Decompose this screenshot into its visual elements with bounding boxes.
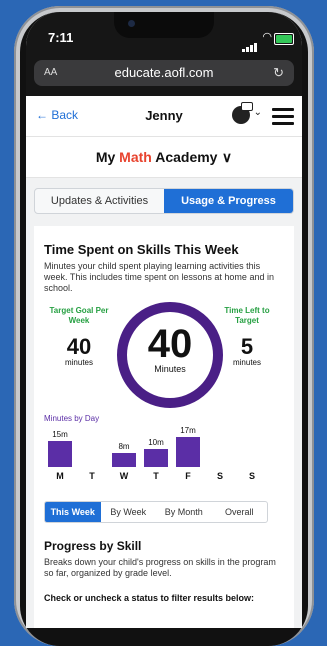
weekly-goal-summary: Target Goal Per Week 40 minutes 40 Minut… bbox=[44, 302, 284, 414]
day-bar bbox=[112, 453, 136, 467]
tab-usage-progress[interactable]: Usage & Progress bbox=[164, 189, 293, 213]
product-switcher[interactable]: My Math Academy ∨ bbox=[26, 137, 302, 178]
time-left-unit: minutes bbox=[232, 358, 261, 367]
time-left: Time Left to Target 5 minutes bbox=[212, 306, 282, 367]
camera-icon bbox=[128, 20, 135, 27]
target-goal-unit: minutes bbox=[64, 358, 93, 367]
day-label: T bbox=[153, 471, 159, 481]
day-bar bbox=[176, 437, 200, 467]
range-selector: This Week By Week By Month Overall bbox=[44, 501, 268, 523]
day-bar-value: 8m bbox=[118, 442, 130, 451]
target-goal: Target Goal Per Week 40 minutes bbox=[44, 306, 114, 367]
minutes-by-day-chart: 15m M T 8m W 10m T 17m F S S bbox=[44, 425, 264, 481]
progress-by-skill-description: Breaks down your child's progress on ski… bbox=[44, 557, 276, 578]
notch bbox=[114, 12, 214, 38]
reload-icon[interactable]: ↻ bbox=[273, 60, 284, 86]
phone-screen: 7:11 ◠ AA educate.aofl.com ↻ ← Back Jenn… bbox=[26, 12, 302, 628]
time-left-value: 5 bbox=[240, 334, 254, 359]
day-bar bbox=[48, 441, 72, 467]
target-goal-value: 40 bbox=[66, 334, 92, 359]
product-chevron-icon[interactable]: ∨ bbox=[222, 149, 232, 165]
day-bar-value: 10m bbox=[148, 438, 164, 447]
day-label: F bbox=[185, 471, 191, 481]
range-overall[interactable]: Overall bbox=[212, 502, 268, 522]
tab-updates-activities[interactable]: Updates & Activities bbox=[35, 189, 164, 213]
range-this-week[interactable]: This Week bbox=[45, 502, 101, 522]
time-spent-description: Minutes your child spent playing learnin… bbox=[44, 261, 274, 293]
range-by-week[interactable]: By Week bbox=[101, 502, 157, 522]
usage-card: Time Spent on Skills This Week Minutes y… bbox=[34, 226, 294, 628]
content-area: Updates & Activities Usage & Progress Ti… bbox=[26, 178, 302, 628]
minutes-spent-value: 40 bbox=[147, 322, 193, 366]
day-bar-value: 17m bbox=[180, 426, 196, 435]
minutes-by-day-title: Minutes by Day bbox=[44, 414, 100, 423]
status-time: 7:11 bbox=[48, 30, 74, 45]
language-globe-icon[interactable] bbox=[232, 102, 253, 124]
time-spent-title: Time Spent on Skills This Week bbox=[44, 242, 239, 257]
product-name: My Math Academy bbox=[95, 149, 218, 165]
address-bar[interactable]: AA educate.aofl.com ↻ bbox=[34, 60, 294, 86]
target-goal-label: Target Goal Per Week bbox=[49, 306, 109, 325]
time-left-label: Time Left to Target bbox=[224, 306, 270, 325]
day-bar-value: 15m bbox=[52, 430, 68, 439]
app-header: ← Back Jenny ⌄ bbox=[26, 96, 302, 137]
battery-icon bbox=[274, 33, 294, 45]
progress-ring: 40 Minutes bbox=[117, 302, 223, 408]
hamburger-menu-icon[interactable] bbox=[272, 108, 294, 129]
filter-hint: Check or uncheck a status to filter resu… bbox=[44, 593, 255, 603]
range-by-month[interactable]: By Month bbox=[156, 502, 212, 522]
day-label: W bbox=[119, 471, 129, 481]
day-label: T bbox=[89, 471, 95, 481]
signal-icon bbox=[242, 34, 258, 52]
browser-toolbar: AA educate.aofl.com ↻ bbox=[26, 58, 302, 96]
chevron-down-icon[interactable]: ⌄ bbox=[254, 107, 262, 118]
section-tabs: Updates & Activities Usage & Progress bbox=[34, 188, 294, 214]
day-label: S bbox=[216, 471, 223, 481]
day-label: M bbox=[56, 471, 64, 481]
minutes-spent-unit: Minutes bbox=[154, 364, 186, 374]
wifi-icon: ◠ bbox=[262, 31, 272, 43]
text-size-button[interactable]: AA bbox=[44, 60, 57, 86]
url-text: educate.aofl.com bbox=[114, 65, 214, 80]
day-label: S bbox=[248, 471, 255, 481]
day-bar bbox=[144, 449, 168, 467]
progress-by-skill-title: Progress by Skill bbox=[44, 539, 142, 553]
